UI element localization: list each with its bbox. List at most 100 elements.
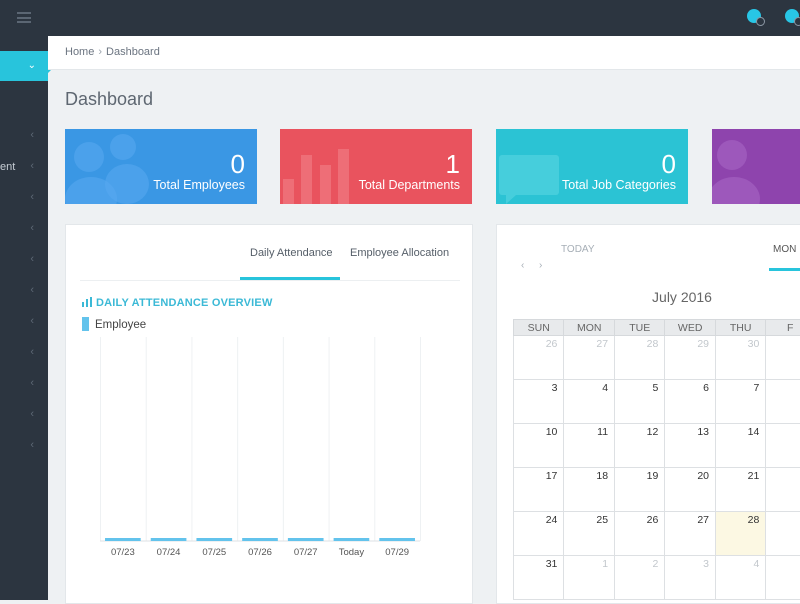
breadcrumb-home-link[interactable]: Home bbox=[65, 46, 94, 58]
sidebar-item[interactable]: ‹ bbox=[0, 281, 48, 301]
calendar-day[interactable] bbox=[766, 468, 800, 512]
bar-07/26[interactable] bbox=[242, 538, 278, 541]
sidebar-item[interactable]: ‹ bbox=[0, 219, 48, 239]
sidebar-item-dashboard[interactable]: ⌄ bbox=[0, 51, 48, 81]
chevron-left-icon: ‹ bbox=[30, 408, 34, 420]
sidebar: ⌄ ‹ ent‹ ‹ ‹ ‹ ‹ ‹ ‹ ‹ ‹ ‹ bbox=[0, 36, 48, 600]
calendar-day[interactable] bbox=[766, 336, 800, 380]
calendar-day[interactable] bbox=[766, 424, 800, 468]
stat-card-fourth[interactable] bbox=[712, 129, 800, 204]
calendar-day[interactable]: 3 bbox=[665, 556, 716, 600]
stat-card-departments[interactable]: 1 Total Departments bbox=[280, 129, 472, 204]
chat-icon bbox=[496, 129, 576, 204]
bar-chart-icon bbox=[280, 129, 360, 204]
calendar-day[interactable]: 3 bbox=[514, 380, 564, 424]
calendar-day[interactable]: 4 bbox=[716, 556, 766, 600]
calendar-grid: SUN MON TUE WED THU F 26 27 28 29 30 3 4… bbox=[513, 319, 800, 600]
chevron-left-icon: ‹ bbox=[30, 315, 34, 327]
chart-legend: Employee bbox=[82, 317, 146, 331]
menu-icon[interactable] bbox=[17, 12, 31, 23]
x-tick-label: 07/24 bbox=[157, 547, 181, 558]
bar-Today[interactable] bbox=[334, 538, 370, 541]
stat-card-job-categories[interactable]: 0 Total Job Categories bbox=[496, 129, 688, 204]
calendar-day[interactable]: 26 bbox=[514, 336, 564, 380]
sidebar-item[interactable]: ‹ bbox=[0, 188, 48, 208]
calendar-next-button[interactable]: › bbox=[539, 260, 542, 271]
calendar-week: 10 11 12 13 14 bbox=[514, 424, 800, 468]
calendar-prev-button[interactable]: ‹ bbox=[521, 260, 524, 271]
calendar-view-month[interactable]: MON bbox=[773, 244, 796, 255]
calendar-week: 17 18 19 20 21 bbox=[514, 468, 800, 512]
calendar-day[interactable]: 27 bbox=[665, 512, 716, 556]
divider bbox=[80, 280, 460, 281]
calendar-day[interactable]: 10 bbox=[514, 424, 564, 468]
calendar-day[interactable]: 13 bbox=[665, 424, 716, 468]
chevron-left-icon: ‹ bbox=[30, 160, 34, 172]
weekday-header: TUE bbox=[615, 320, 665, 336]
chart-title: DAILY ATTENDANCE OVERVIEW bbox=[82, 297, 273, 309]
sidebar-item[interactable]: ‹ bbox=[0, 312, 48, 332]
calendar-day[interactable]: 26 bbox=[615, 512, 665, 556]
calendar-day[interactable]: 11 bbox=[564, 424, 615, 468]
calendar-day[interactable]: 21 bbox=[716, 468, 766, 512]
calendar-day[interactable]: 2 bbox=[615, 556, 665, 600]
calendar-day[interactable]: 17 bbox=[514, 468, 564, 512]
bar-chart-icon bbox=[82, 297, 92, 307]
sidebar-item[interactable]: ‹ bbox=[0, 405, 48, 425]
calendar-week: 24 25 26 27 28 bbox=[514, 512, 800, 556]
calendar-day[interactable]: 12 bbox=[615, 424, 665, 468]
sidebar-item[interactable]: ‹ bbox=[0, 250, 48, 270]
calendar-today-button[interactable]: TODAY bbox=[561, 244, 595, 255]
attendance-card: Daily Attendance Employee Allocation DAI… bbox=[65, 224, 473, 604]
x-tick-label: 07/29 bbox=[385, 547, 409, 558]
calendar-day[interactable]: 30 bbox=[716, 336, 766, 380]
calendar-week: 31 1 2 3 4 bbox=[514, 556, 800, 600]
calendar-day[interactable]: 19 bbox=[615, 468, 665, 512]
calendar-day[interactable]: 1 bbox=[564, 556, 615, 600]
calendar-day[interactable] bbox=[766, 556, 800, 600]
calendar-day[interactable] bbox=[766, 380, 800, 424]
calendar-day[interactable]: 6 bbox=[665, 380, 716, 424]
calendar-day[interactable]: 18 bbox=[564, 468, 615, 512]
calendar-day[interactable]: 7 bbox=[716, 380, 766, 424]
calendar-day[interactable]: 27 bbox=[564, 336, 615, 380]
chevron-left-icon: ‹ bbox=[30, 284, 34, 296]
weekday-header: THU bbox=[716, 320, 766, 336]
top-bar bbox=[0, 0, 800, 36]
calendar-day[interactable]: 25 bbox=[564, 512, 615, 556]
bar-07/25[interactable] bbox=[196, 538, 232, 541]
chevron-left-icon: ‹ bbox=[30, 377, 34, 389]
calendar-day[interactable]: 14 bbox=[716, 424, 766, 468]
x-tick-label: 07/25 bbox=[202, 547, 226, 558]
calendar-day[interactable]: 28 bbox=[615, 336, 665, 380]
calendar-day[interactable]: 5 bbox=[615, 380, 665, 424]
sidebar-item[interactable]: ‹ bbox=[0, 343, 48, 363]
tab-employee-allocation[interactable]: Employee Allocation bbox=[350, 247, 449, 259]
calendar-day-today[interactable]: 28 bbox=[716, 512, 766, 556]
bar-07/24[interactable] bbox=[151, 538, 187, 541]
legend-label: Employee bbox=[95, 319, 146, 331]
tab-daily-attendance[interactable]: Daily Attendance bbox=[250, 247, 333, 259]
user-status-icon[interactable] bbox=[785, 9, 799, 23]
bar-07/23[interactable] bbox=[105, 538, 141, 541]
weekday-header: MON bbox=[564, 320, 615, 336]
calendar-day[interactable]: 24 bbox=[514, 512, 564, 556]
sidebar-item[interactable]: ‹ bbox=[0, 436, 48, 456]
stat-card-employees[interactable]: 0 Total Employees bbox=[65, 129, 257, 204]
sidebar-item[interactable]: ent‹ bbox=[0, 157, 48, 177]
sidebar-item[interactable]: ‹ bbox=[0, 374, 48, 394]
active-tab-indicator bbox=[769, 268, 800, 271]
breadcrumb-current: Dashboard bbox=[106, 46, 160, 58]
calendar-weekday-row: SUN MON TUE WED THU F bbox=[514, 320, 800, 336]
calendar-day[interactable] bbox=[766, 512, 800, 556]
sidebar-item[interactable]: ‹ bbox=[0, 126, 48, 146]
notification-icon[interactable] bbox=[747, 9, 761, 23]
calendar-day[interactable]: 4 bbox=[564, 380, 615, 424]
bar-07/27[interactable] bbox=[288, 538, 324, 541]
calendar-day[interactable]: 20 bbox=[665, 468, 716, 512]
calendar-day[interactable]: 29 bbox=[665, 336, 716, 380]
calendar-day[interactable]: 31 bbox=[514, 556, 564, 600]
bar-07/29[interactable] bbox=[379, 538, 415, 541]
breadcrumb: Home›Dashboard bbox=[65, 46, 160, 58]
stat-label: Total Departments bbox=[359, 178, 460, 192]
